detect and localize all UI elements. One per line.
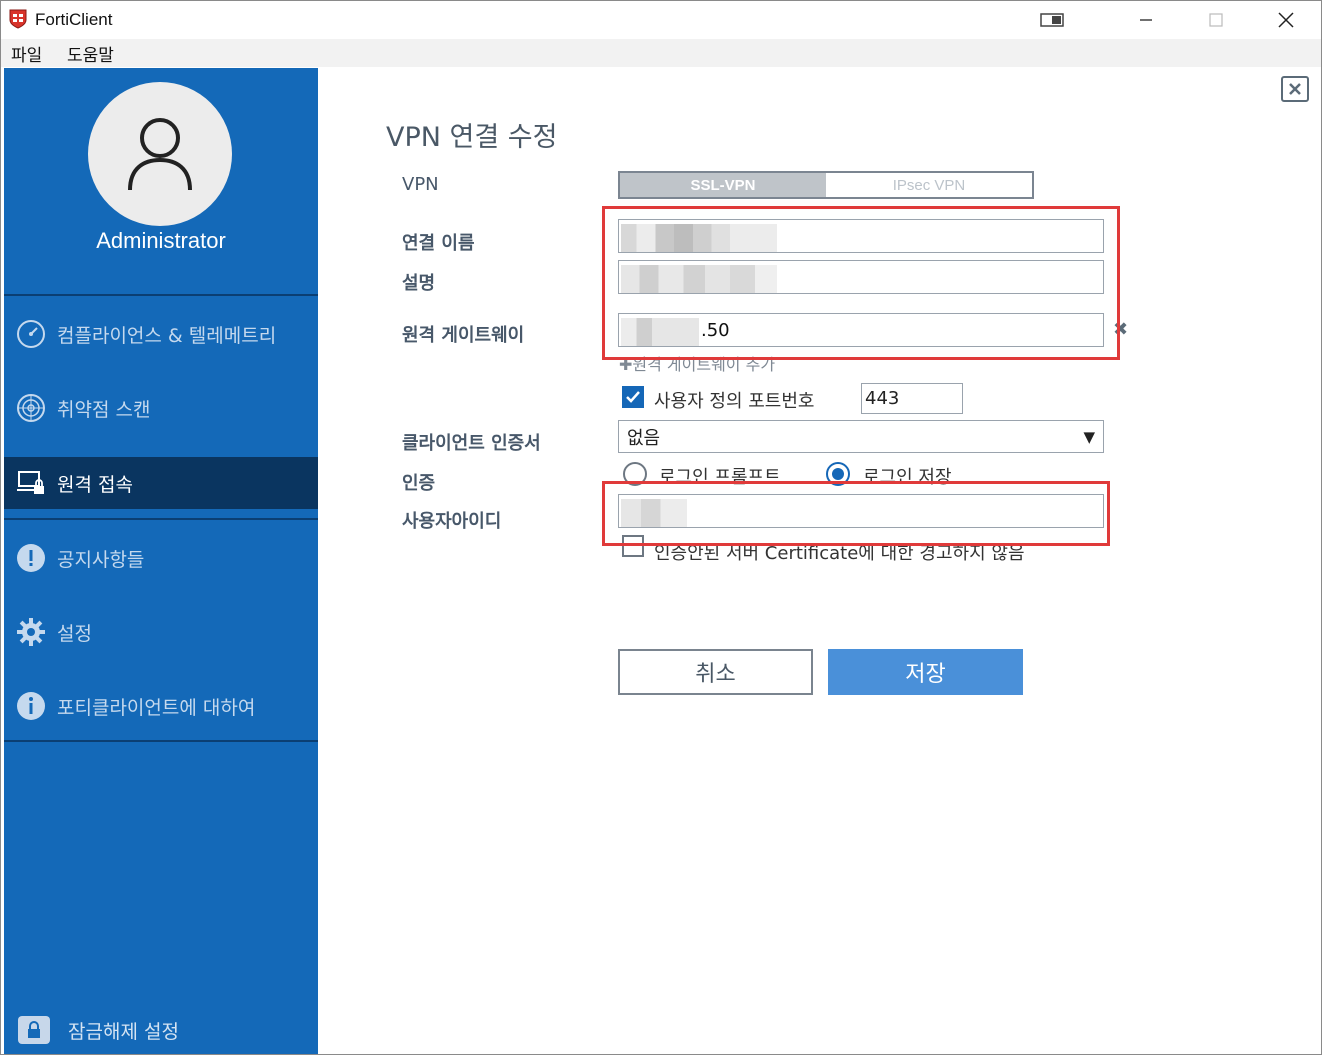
- custom-port-label: 사용자 정의 포트번호: [654, 391, 815, 412]
- save-button[interactable]: 저장: [828, 649, 1023, 695]
- sidebar-item-about[interactable]: 포티클라이언트에 대하여: [4, 680, 318, 732]
- sidebar-item-notices[interactable]: 공지사항들: [4, 532, 318, 584]
- close-icon: [1278, 12, 1294, 28]
- menu-bar: 파일 도움말: [1, 39, 1321, 67]
- sidebar-item-label: 설정: [57, 622, 92, 645]
- user-name: Administrator: [96, 228, 226, 253]
- cancel-button[interactable]: 취소: [618, 649, 813, 695]
- sidebar-item-label: 취약점 스캔: [57, 398, 151, 421]
- title-bar: FortiClient: [1, 1, 1321, 39]
- forticlient-window: FortiClient 파일 도움말 Administrator 컴플라이언스 …: [0, 0, 1322, 1055]
- tab-ssl-vpn[interactable]: SSL-VPN: [620, 173, 826, 197]
- remote-access-icon: [16, 468, 46, 498]
- minimize-button[interactable]: [1123, 5, 1169, 35]
- maximize-icon: [1209, 13, 1223, 27]
- sidebar-item-label: 포티클라이언트에 대하여: [57, 696, 256, 719]
- sidebar-item-label: 원격 접속: [57, 473, 133, 496]
- sidebar-divider: [4, 294, 318, 296]
- sidebar-item-remote-access[interactable]: 원격 접속: [4, 457, 318, 509]
- port-field[interactable]: 443: [861, 383, 963, 414]
- window-layout-icon: [1040, 13, 1064, 27]
- vpn-type-tabs: SSL-VPN IPsec VPN: [618, 171, 1034, 199]
- minimize-icon: [1140, 19, 1152, 21]
- window-title: FortiClient: [35, 10, 113, 29]
- sidebar-divider: [4, 518, 318, 520]
- connection-name-label: 연결 이름: [402, 233, 475, 254]
- vpn-type-label: VPN: [402, 174, 439, 195]
- sidebar-item-compliance[interactable]: 컴플라이언스 & 텔레메트리: [4, 308, 318, 360]
- description-label: 설명: [402, 273, 436, 294]
- sidebar-divider: [4, 740, 318, 742]
- sidebar: Administrator 컴플라이언스 & 텔레메트리 취약점 스캔 원격 접…: [4, 68, 318, 1054]
- forticlient-logo-icon: [9, 9, 27, 29]
- auth-label: 인증: [402, 473, 436, 494]
- dashboard-icon: [16, 319, 46, 349]
- avatar: [88, 82, 232, 226]
- notice-icon: [16, 543, 46, 573]
- sidebar-item-settings[interactable]: 설정: [4, 606, 318, 658]
- highlight-box: [602, 206, 1120, 360]
- checkmark-icon: [626, 391, 640, 403]
- lock-icon: [18, 1016, 50, 1044]
- tab-ipsec-vpn[interactable]: IPsec VPN: [826, 173, 1032, 197]
- sidebar-item-label: 공지사항들: [57, 548, 145, 571]
- close-panel-button[interactable]: [1281, 76, 1309, 102]
- snap-layout-button[interactable]: [1029, 5, 1075, 35]
- window-close-button[interactable]: [1263, 5, 1309, 35]
- close-icon: [1289, 83, 1301, 95]
- menu-file[interactable]: 파일: [11, 41, 42, 66]
- client-cert-label: 클라이언트 인증서: [402, 433, 541, 454]
- gear-icon: [16, 617, 46, 647]
- highlight-box: [602, 481, 1110, 546]
- info-icon: [16, 691, 46, 721]
- dropdown-arrow-icon: ▼: [1083, 427, 1095, 446]
- page-title: VPN 연결 수정: [386, 122, 558, 153]
- user-icon: [128, 118, 192, 191]
- custom-port-checkbox[interactable]: [622, 386, 644, 408]
- unlock-settings-button[interactable]: 잠금해제 설정: [18, 1016, 179, 1044]
- remote-gateway-label: 원격 게이트웨이: [402, 325, 525, 346]
- radar-icon: [16, 393, 46, 423]
- maximize-button[interactable]: [1193, 5, 1239, 35]
- unlock-settings-label: 잠금해제 설정: [68, 1020, 179, 1043]
- sidebar-item-vulnerability-scan[interactable]: 취약점 스캔: [4, 382, 318, 434]
- sidebar-item-label: 컴플라이언스 & 텔레메트리: [57, 324, 277, 347]
- menu-help[interactable]: 도움말: [67, 41, 114, 66]
- client-cert-select[interactable]: 없음 ▼: [618, 420, 1104, 453]
- client-cert-value: 없음: [627, 427, 661, 449]
- username-label: 사용자아이디: [402, 511, 502, 532]
